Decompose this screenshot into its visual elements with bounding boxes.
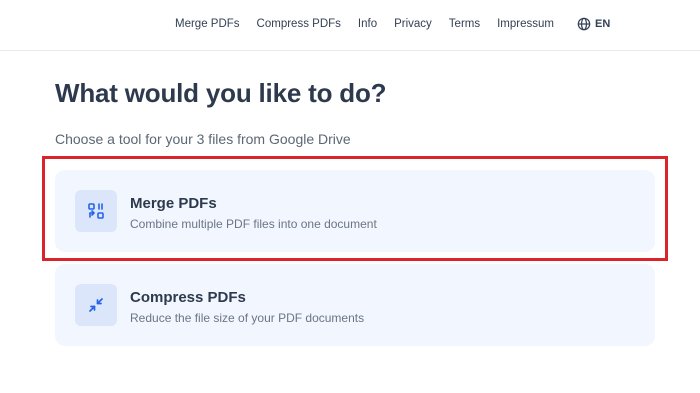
merge-pdfs-description: Combine multiple PDF files into one docu… — [130, 217, 377, 231]
compress-icon — [75, 284, 117, 326]
merge-icon — [75, 190, 117, 232]
page-subtitle: Choose a tool for your 3 files from Goog… — [55, 131, 351, 147]
compress-pdfs-card[interactable]: Compress PDFs Reduce the file size of yo… — [55, 264, 655, 346]
nav-link-privacy[interactable]: Privacy — [394, 18, 432, 30]
nav-link-info[interactable]: Info — [358, 18, 377, 30]
page-title: What would you like to do? — [55, 78, 387, 108]
nav-link-terms[interactable]: Terms — [449, 18, 480, 30]
compress-pdfs-title: Compress PDFs — [130, 289, 246, 306]
globe-icon — [577, 17, 591, 31]
nav-links: Merge PDFs Compress PDFs Info Privacy Te… — [175, 17, 610, 31]
nav-link-merge-pdfs[interactable]: Merge PDFs — [175, 18, 240, 30]
merge-pdfs-title: Merge PDFs — [130, 195, 217, 212]
language-label: EN — [594, 18, 611, 30]
language-selector[interactable]: EN — [577, 17, 610, 31]
compress-pdfs-description: Reduce the file size of your PDF documen… — [130, 311, 365, 325]
top-navigation-bar: Merge PDFs Compress PDFs Info Privacy Te… — [0, 0, 700, 51]
nav-link-impressum[interactable]: Impressum — [497, 18, 554, 30]
nav-link-compress-pdfs[interactable]: Compress PDFs — [257, 18, 341, 30]
merge-pdfs-card[interactable]: Merge PDFs Combine multiple PDF files in… — [55, 170, 655, 252]
